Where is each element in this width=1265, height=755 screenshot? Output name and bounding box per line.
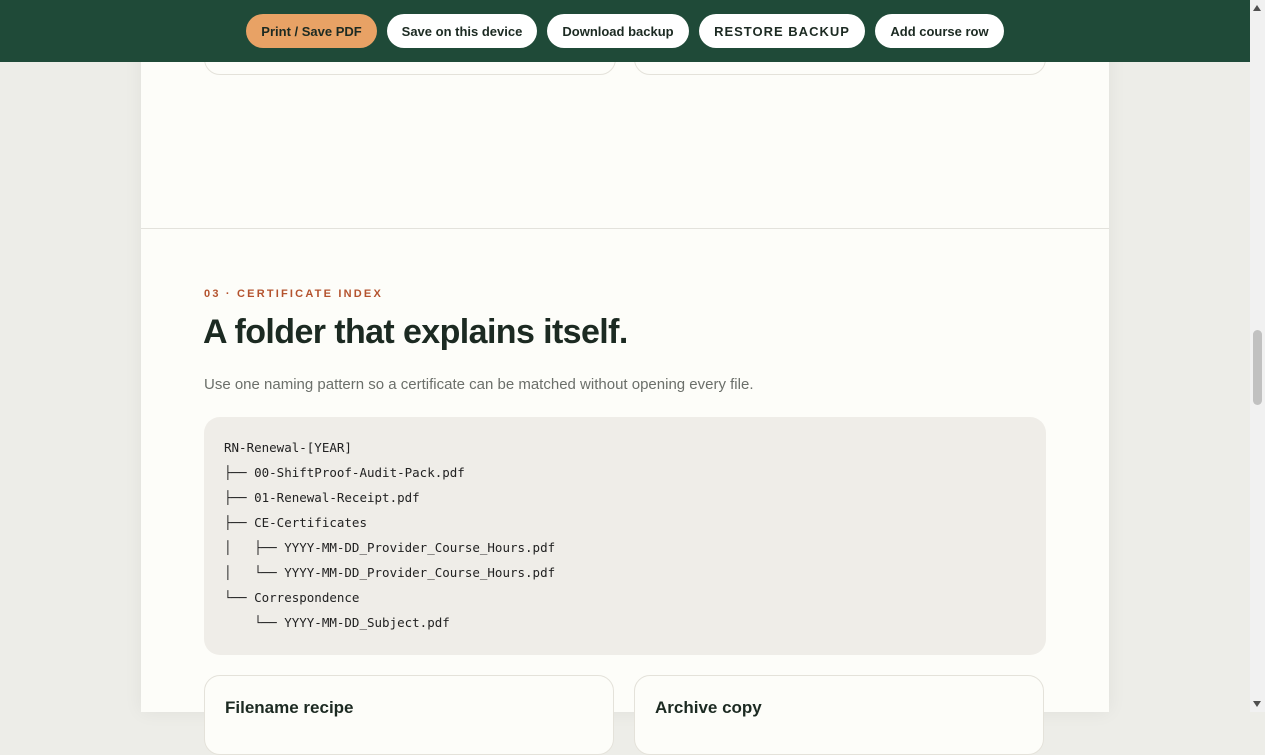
scroll-up-arrow-icon[interactable] bbox=[1253, 5, 1261, 11]
tree-line: ├── CE-Certificates bbox=[224, 515, 367, 530]
download-backup-button[interactable]: Download backup bbox=[547, 14, 689, 48]
filename-recipe-heading: Filename recipe bbox=[225, 698, 354, 717]
tree-line: RN-Renewal-[YEAR] bbox=[224, 440, 352, 455]
section-description: Use one naming pattern so a certificate … bbox=[204, 376, 754, 393]
section-divider bbox=[141, 228, 1109, 229]
section-eyebrow: 03 · CERTIFICATE INDEX bbox=[204, 288, 383, 300]
section-title: A folder that explains itself. bbox=[203, 313, 628, 351]
tree-line: │ └── YYYY-MM-DD_Provider_Course_Hours.p… bbox=[224, 565, 556, 580]
scroll-down-arrow-icon[interactable] bbox=[1253, 701, 1261, 707]
add-course-row-button[interactable]: Add course row bbox=[875, 14, 1004, 48]
page-scrollbar[interactable] bbox=[1250, 0, 1265, 712]
archive-copy-heading: Archive copy bbox=[655, 698, 762, 717]
top-toolbar: Print / Save PDF Save on this device Dow… bbox=[0, 0, 1250, 62]
restore-backup-button[interactable]: RESTORE BACKUP bbox=[699, 14, 865, 48]
save-on-device-button[interactable]: Save on this device bbox=[387, 14, 537, 48]
tree-line: └── YYYY-MM-DD_Subject.pdf bbox=[224, 615, 450, 630]
tree-line: │ ├── YYYY-MM-DD_Provider_Course_Hours.p… bbox=[224, 540, 556, 555]
folder-tree-codeblock: RN-Renewal-[YEAR] ├── 00-ShiftProof-Audi… bbox=[204, 417, 1046, 655]
tree-line: ├── 00-ShiftProof-Audit-Pack.pdf bbox=[224, 465, 465, 480]
print-save-pdf-button[interactable]: Print / Save PDF bbox=[246, 14, 377, 48]
archive-copy-card: Archive copy bbox=[634, 675, 1044, 755]
document-page: 03 · CERTIFICATE INDEX A folder that exp… bbox=[141, 0, 1109, 755]
filename-recipe-card: Filename recipe bbox=[204, 675, 614, 755]
scrollbar-thumb[interactable] bbox=[1253, 330, 1262, 405]
tree-line: └── Correspondence bbox=[224, 590, 360, 605]
tree-line: ├── 01-Renewal-Receipt.pdf bbox=[224, 490, 420, 505]
